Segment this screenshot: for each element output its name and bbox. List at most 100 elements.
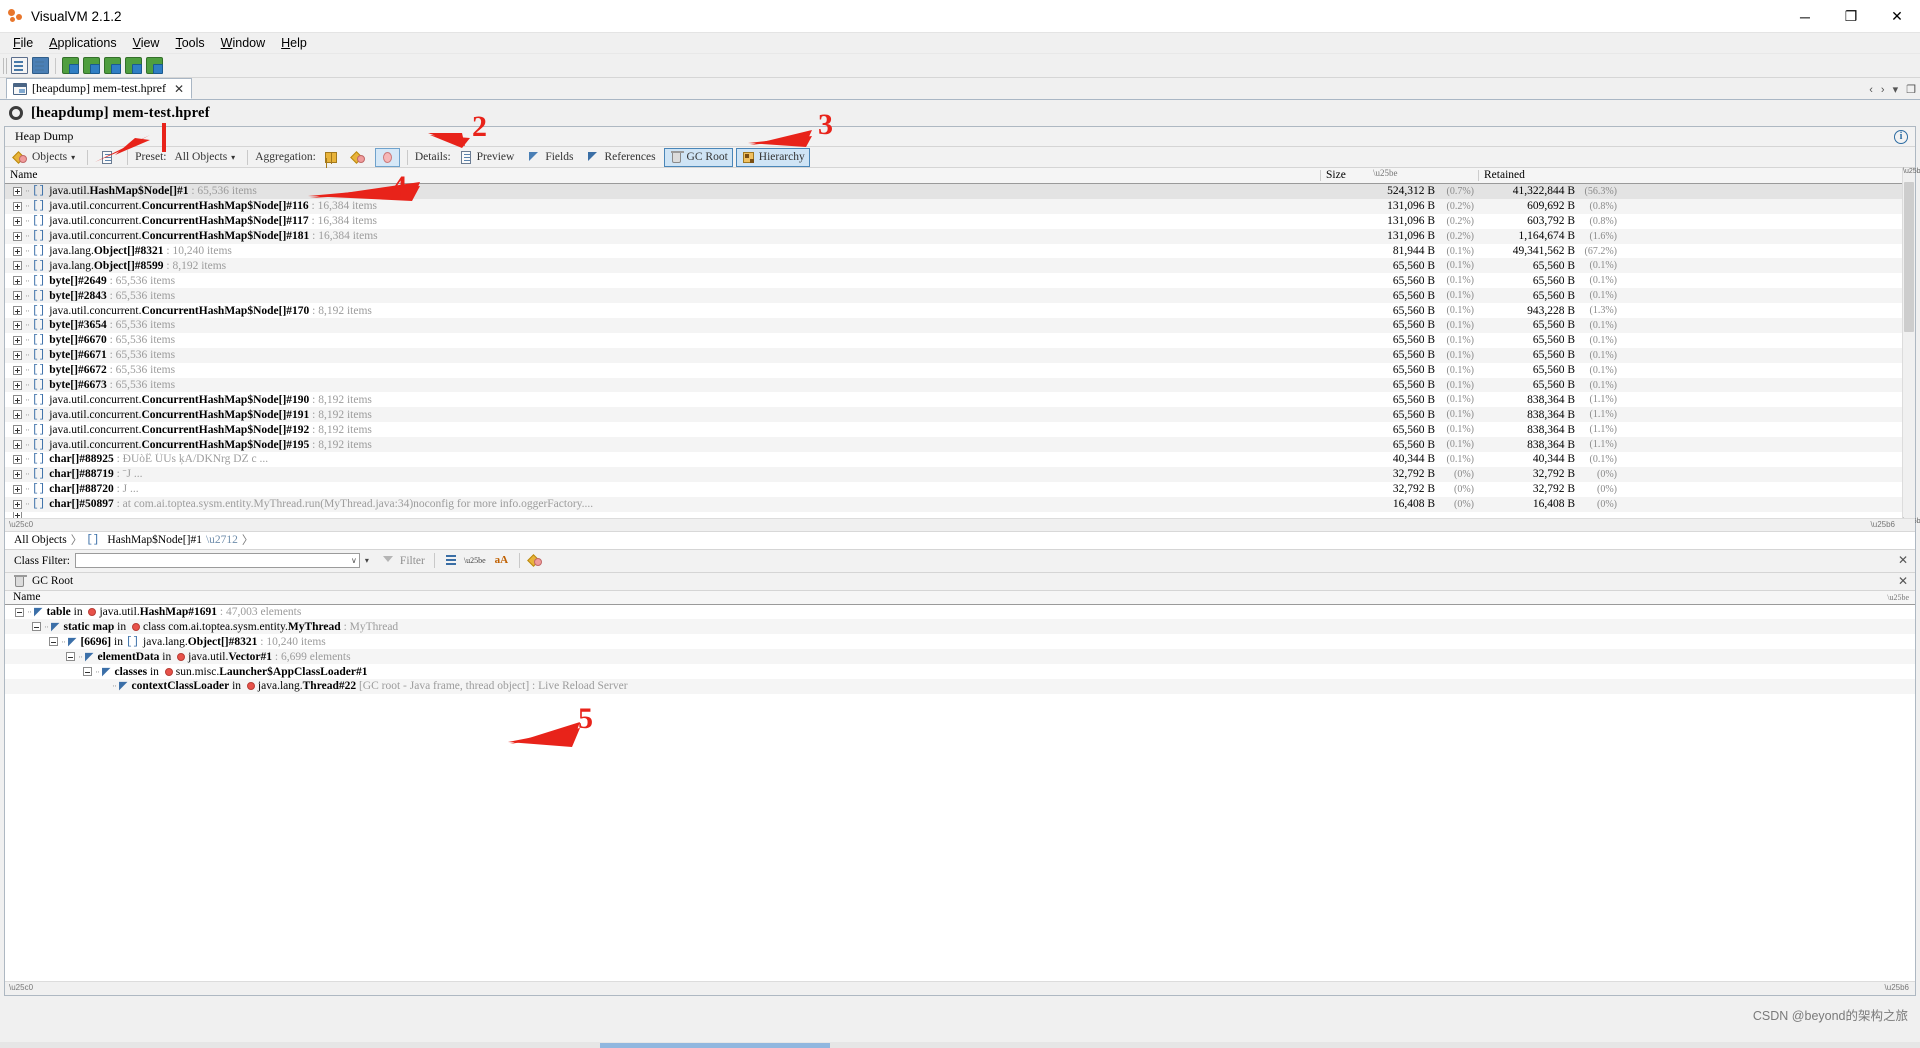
details-references-button[interactable]: References	[581, 148, 660, 167]
aggregation-classes-button[interactable]	[319, 148, 344, 167]
table-row[interactable]: ··[] java.util.concurrent.ConcurrentHashM…	[5, 228, 1915, 244]
table-row[interactable]: ··[] char[]#88925 : ÐUòÊ ÛUs ķA/DKNrg DZ …	[5, 452, 1915, 467]
scroll-left-icon[interactable]: \u25c0	[9, 520, 33, 529]
breadcrumb-node[interactable]: HashMap$Node[]#1	[107, 534, 202, 546]
collapse-icon[interactable]	[83, 667, 92, 677]
gc-root-column-name[interactable]: Name	[13, 591, 40, 603]
gc-root-tree-row[interactable]: ·· ◤ table in java.util. HashMap#1691 : 47,…	[5, 605, 1915, 620]
preset-select[interactable]: All Objects ▾	[169, 149, 240, 165]
info-icon[interactable]: i	[1894, 130, 1908, 144]
gc-root-tree-row[interactable]: ·· ◤ contextClassLoader in java.lang. Threa…	[5, 679, 1915, 694]
compare-snapshot-button[interactable]	[95, 148, 120, 167]
details-gc-root-button[interactable]: GC Root	[663, 147, 733, 167]
expand-icon[interactable]	[13, 425, 22, 435]
aggregation-instances-button[interactable]	[374, 147, 400, 167]
table-row[interactable]: ··[] java.util.concurrent.ConcurrentHashM…	[5, 214, 1915, 229]
table-row[interactable]: ··[] java.util.HashMap$Node[]#1 : 65,536 …	[5, 184, 1915, 199]
expand-icon[interactable]	[13, 410, 22, 420]
scroll-left-icon[interactable]: ‹	[1869, 84, 1873, 96]
details-hierarchy-button[interactable]: Hierarchy	[735, 147, 810, 167]
expand-icon[interactable]	[13, 246, 22, 256]
add-snapshot-icon[interactable]	[125, 57, 142, 74]
collapse-icon[interactable]	[32, 622, 41, 632]
table-row[interactable]: ··[] java.util.concurrent.ConcurrentHashM…	[5, 198, 1915, 214]
table-row[interactable]: ··[] java.lang.Object[]#8321 : 10,240 ite…	[5, 244, 1915, 259]
collapse-icon[interactable]	[15, 607, 24, 617]
table-row[interactable]: ··[] java.util.concurrent.ConcurrentHashM…	[5, 437, 1915, 453]
aggregation-packages-button[interactable]	[347, 148, 372, 167]
gc-root-tree-row[interactable]: ·· ◤ classes in sun.misc. Launcher$AppClass…	[5, 664, 1915, 679]
add-application-icon[interactable]	[104, 57, 121, 74]
menu-file[interactable]: File	[5, 34, 41, 52]
minimize-button[interactable]: ─	[1782, 0, 1828, 33]
maximize-button[interactable]: ❐	[1828, 0, 1874, 33]
details-preview-button[interactable]: Preview	[454, 148, 520, 167]
chevron-down-icon[interactable]: \u25be	[1887, 593, 1909, 602]
chevron-down-icon[interactable]: ∨	[351, 556, 357, 565]
table-row[interactable]: ··[] byte[]#6672 : 65,536 items 65,560 B (0…	[5, 363, 1915, 378]
menu-window[interactable]: Window	[213, 34, 273, 52]
column-header-retained[interactable]: Retained	[1479, 168, 1623, 183]
filter-button-label[interactable]: Filter	[400, 555, 425, 567]
open-document-icon[interactable]	[11, 57, 28, 74]
gc-root-horizontal-scrollbar[interactable]: \u25c0 \u25b6	[5, 981, 1915, 995]
table-row[interactable]: ··[] java.lang.Object[]#8599 : 8,192 item…	[5, 258, 1915, 274]
table-vertical-scrollbar[interactable]: \u25b2 \u25bc	[1902, 168, 1920, 531]
filter-dropdown-caret[interactable]: ▾	[365, 556, 369, 565]
expand-icon[interactable]	[13, 216, 22, 226]
table-row[interactable]: ··[] char[]#50897 : at com.ai.toptea.sysm…	[5, 496, 1915, 512]
menu-view[interactable]: View	[125, 34, 168, 52]
list-view-icon[interactable]	[444, 553, 459, 568]
table-row[interactable]: ··[] java.util.concurrent.ConcurrentHashM…	[5, 303, 1915, 318]
expand-icon[interactable]	[13, 380, 22, 390]
color-icon[interactable]	[526, 553, 544, 568]
expand-icon[interactable]	[13, 231, 22, 241]
chevron-down-icon[interactable]: ▾	[1893, 83, 1899, 96]
document-tab-heapdump[interactable]: [heapdump] mem-test.hpref ✕	[6, 78, 193, 99]
expand-icon[interactable]	[13, 261, 22, 271]
objects-button[interactable]: Objects ▾	[9, 148, 80, 167]
menu-help[interactable]: Help	[273, 34, 315, 52]
expand-icon[interactable]	[13, 291, 22, 301]
expand-icon[interactable]	[13, 306, 22, 316]
table-row[interactable]: ··[] java.util.concurrent.ConcurrentHashM…	[5, 392, 1915, 407]
expand-icon[interactable]	[13, 454, 22, 464]
expand-icon[interactable]	[13, 186, 22, 196]
pin-icon[interactable]: \u2712	[206, 534, 238, 546]
table-horizontal-scrollbar[interactable]: \u25c0 \u25b6	[5, 517, 1915, 531]
expand-icon[interactable]	[13, 365, 22, 375]
table-row[interactable]: ··[] byte[]#2843 : 65,536 items 65,560 B (0…	[5, 288, 1915, 304]
save-disk-icon[interactable]	[32, 57, 49, 74]
close-icon[interactable]: ✕	[1898, 553, 1908, 568]
expand-icon[interactable]	[13, 499, 22, 509]
collapse-icon[interactable]	[66, 652, 75, 662]
tab-heap-dump[interactable]: Heap Dump	[5, 129, 83, 144]
add-host-icon[interactable]	[83, 57, 100, 74]
add-profile-icon[interactable]	[146, 57, 163, 74]
scroll-right-icon[interactable]: \u25b6	[1871, 520, 1895, 529]
table-row[interactable]: ··[] byte[]#3654 : 65,536 items 65,560 B (0…	[5, 318, 1915, 333]
expand-icon[interactable]	[13, 320, 22, 330]
breadcrumb-root[interactable]: All Objects	[14, 534, 67, 546]
gc-root-tree-row[interactable]: ·· ◤ elementData in java.util. Vector#1 : 6…	[5, 649, 1915, 665]
table-row[interactable]: ··[] byte[]#6673 : 65,536 items 65,560 B (0…	[5, 377, 1915, 393]
table-row[interactable]: ··[] byte[]#6671 : 65,536 items 65,560 B (0…	[5, 347, 1915, 363]
gc-root-tree-row[interactable]: ·· ◤ [6696] in [] java.lang. Object[]#8321 :…	[5, 634, 1915, 649]
column-header-name[interactable]: Name	[5, 168, 1321, 183]
table-row[interactable]: ··[] byte[]#6670 : 65,536 items 65,560 B (0…	[5, 333, 1915, 348]
expand-icon[interactable]	[13, 335, 22, 345]
expand-icon[interactable]	[13, 440, 22, 450]
expand-icon[interactable]	[13, 469, 22, 479]
close-icon[interactable]: ✕	[1898, 574, 1908, 589]
class-filter-input[interactable]: ∨	[74, 553, 360, 569]
table-row[interactable]: ··[] char[]#88719 : ˉJ ... 32,792 B (0%) 32,…	[5, 466, 1915, 482]
scroll-thumb[interactable]	[1904, 182, 1914, 332]
expand-icon[interactable]	[13, 484, 22, 494]
table-row[interactable]: ··[] java.util.concurrent.ConcurrentHashM…	[5, 407, 1915, 423]
table-row[interactable]: ··[] java.util.concurrent.ConcurrentHashM…	[5, 422, 1915, 437]
details-fields-button[interactable]: Fields	[522, 148, 578, 167]
close-icon[interactable]: ✕	[174, 82, 184, 96]
font-size-icon[interactable]: aA	[495, 553, 510, 568]
expand-icon[interactable]	[13, 276, 22, 286]
scroll-up-icon[interactable]: \u25b2	[1903, 168, 1920, 181]
